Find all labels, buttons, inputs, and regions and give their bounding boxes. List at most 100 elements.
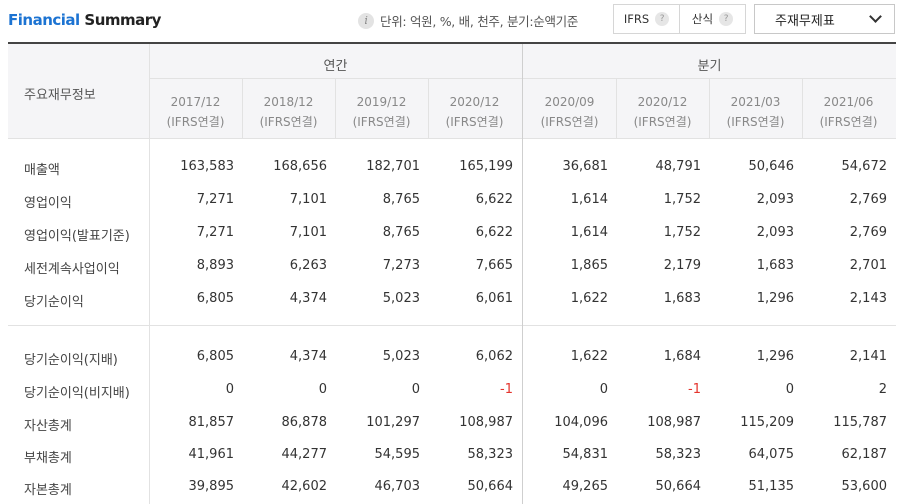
table-cell: 108,987 bbox=[647, 415, 701, 430]
period-header: 2017/12 (IFRS연결) bbox=[149, 92, 242, 132]
table-cell: 53,600 bbox=[841, 479, 888, 494]
table-cell: 1,296 bbox=[756, 291, 794, 306]
table-cell: 5,023 bbox=[382, 291, 420, 306]
table-cell: 54,831 bbox=[562, 447, 609, 462]
period-date: 2021/03 bbox=[730, 95, 781, 109]
period-header: 2020/09 (IFRS연결) bbox=[523, 92, 616, 132]
table-cell: 4,374 bbox=[289, 349, 327, 364]
help-icon[interactable]: ? bbox=[719, 12, 734, 26]
table-cell: 4,374 bbox=[289, 291, 327, 306]
table-cell: 50,664 bbox=[467, 479, 514, 494]
table-cell: 108,987 bbox=[459, 415, 513, 430]
period-date: 2020/12 bbox=[449, 95, 500, 109]
table-cell: 54,672 bbox=[841, 159, 888, 174]
table-cell: 7,101 bbox=[289, 225, 327, 240]
row-label[interactable]: 세전계속사업이익 bbox=[24, 258, 120, 277]
table-cell: 2,143 bbox=[849, 291, 887, 306]
table-cell: 39,895 bbox=[188, 479, 235, 494]
ifrs-toggle-button[interactable]: IFRS ? bbox=[614, 5, 679, 33]
period-basis: (IFRS연결) bbox=[726, 115, 785, 129]
unit-text: 단위: 억원, %, 배, 천주, 분기:순액기준 bbox=[380, 14, 579, 29]
table-cell: 115,787 bbox=[833, 415, 887, 430]
statement-type-dropdown[interactable]: 주재무제표 bbox=[754, 4, 895, 34]
table-cell: 104,096 bbox=[554, 415, 608, 430]
table-cell: 8,765 bbox=[382, 225, 420, 240]
help-icon[interactable]: ? bbox=[655, 12, 670, 26]
row-label[interactable]: 당기순이익(비지배) bbox=[24, 382, 130, 401]
table-cell: 2 bbox=[878, 382, 887, 397]
period-date: 2020/12 bbox=[637, 95, 688, 109]
table-cell: 7,273 bbox=[382, 258, 420, 273]
table-cell: 49,265 bbox=[562, 479, 609, 494]
period-header: 2020/12 (IFRS연결) bbox=[616, 92, 709, 132]
period-date: 2021/06 bbox=[823, 95, 874, 109]
table-cell: 1,865 bbox=[570, 258, 608, 273]
table-cell: 0 bbox=[599, 382, 608, 397]
table-cell: 5,023 bbox=[382, 349, 420, 364]
period-header: 2021/06 (IFRS연결) bbox=[802, 92, 895, 132]
period-header: 2018/12 (IFRS연결) bbox=[242, 92, 335, 132]
period-basis: (IFRS연결) bbox=[166, 115, 225, 129]
table-cell: 7,665 bbox=[475, 258, 513, 273]
table-cell: 2,093 bbox=[756, 225, 794, 240]
table-cell: 1,622 bbox=[570, 349, 608, 364]
row-label[interactable]: 매출액 bbox=[24, 159, 60, 178]
table-cell: 1,683 bbox=[663, 291, 701, 306]
row-label[interactable]: 자산총계 bbox=[24, 415, 72, 434]
table-cell: 36,681 bbox=[562, 159, 609, 174]
table-cell: 51,135 bbox=[748, 479, 795, 494]
chevron-down-icon bbox=[869, 10, 882, 23]
table-cell: 42,602 bbox=[281, 479, 328, 494]
period-header: 2020/12 (IFRS연결) bbox=[428, 92, 521, 132]
table-cell: 6,805 bbox=[196, 349, 234, 364]
table-cell: 46,703 bbox=[374, 479, 421, 494]
table-cell: 6,263 bbox=[289, 258, 327, 273]
table-cell: 165,199 bbox=[459, 159, 513, 174]
info-icon[interactable]: i bbox=[358, 12, 374, 29]
table-cell: 1,683 bbox=[756, 258, 794, 273]
corner-header: 주요재무정보 bbox=[24, 88, 96, 103]
row-label[interactable]: 당기순이익 bbox=[24, 291, 84, 310]
table-cell: 41,961 bbox=[188, 447, 235, 462]
table-cell: 163,583 bbox=[180, 159, 234, 174]
formula-toggle-button[interactable]: 산식 ? bbox=[679, 5, 745, 33]
row-label[interactable]: 영업이익(발표기준) bbox=[24, 225, 130, 244]
table-cell: 6,061 bbox=[475, 291, 513, 306]
row-label[interactable]: 당기순이익(지배) bbox=[24, 349, 118, 368]
table-cell: 64,075 bbox=[748, 447, 795, 462]
table-cell: 2,769 bbox=[849, 192, 887, 207]
row-label[interactable]: 자본총계 bbox=[24, 479, 72, 498]
table-cell: 115,209 bbox=[740, 415, 794, 430]
table-cell: 7,271 bbox=[196, 225, 234, 240]
table-cell: 168,656 bbox=[273, 159, 327, 174]
table-cell: 0 bbox=[785, 382, 794, 397]
table-cell: 1,684 bbox=[663, 349, 701, 364]
table-cell: 44,277 bbox=[281, 447, 328, 462]
table-cell: -1 bbox=[500, 382, 513, 397]
table-cell: 50,646 bbox=[748, 159, 795, 174]
table-cell: 6,622 bbox=[475, 225, 513, 240]
table-cell: 7,101 bbox=[289, 192, 327, 207]
period-basis: (IFRS연결) bbox=[352, 115, 411, 129]
table-cell: 50,664 bbox=[655, 479, 702, 494]
period-header: 2019/12 (IFRS연결) bbox=[335, 92, 428, 132]
formula-label: 산식 bbox=[691, 12, 714, 26]
period-basis: (IFRS연결) bbox=[259, 115, 318, 129]
table-cell: 101,297 bbox=[366, 415, 420, 430]
table-cell: 8,765 bbox=[382, 192, 420, 207]
dropdown-label: 주재무제표 bbox=[775, 13, 835, 29]
row-label[interactable]: 영업이익 bbox=[24, 192, 72, 211]
period-date: 2020/09 bbox=[544, 95, 595, 109]
table-cell: 86,878 bbox=[281, 415, 328, 430]
table-cell: 2,179 bbox=[663, 258, 701, 273]
period-date: 2017/12 bbox=[170, 95, 221, 109]
title-blue-part: Financial bbox=[8, 11, 80, 29]
basis-toggle: IFRS ? 산식 ? bbox=[613, 4, 746, 34]
period-date: 2019/12 bbox=[356, 95, 407, 109]
table-cell: 1,614 bbox=[570, 192, 608, 207]
row-label[interactable]: 부채총계 bbox=[24, 447, 72, 466]
table-cell: 54,595 bbox=[374, 447, 421, 462]
table-cell: 8,893 bbox=[196, 258, 234, 273]
table-cell: 0 bbox=[225, 382, 234, 397]
table-cell: 62,187 bbox=[841, 447, 888, 462]
